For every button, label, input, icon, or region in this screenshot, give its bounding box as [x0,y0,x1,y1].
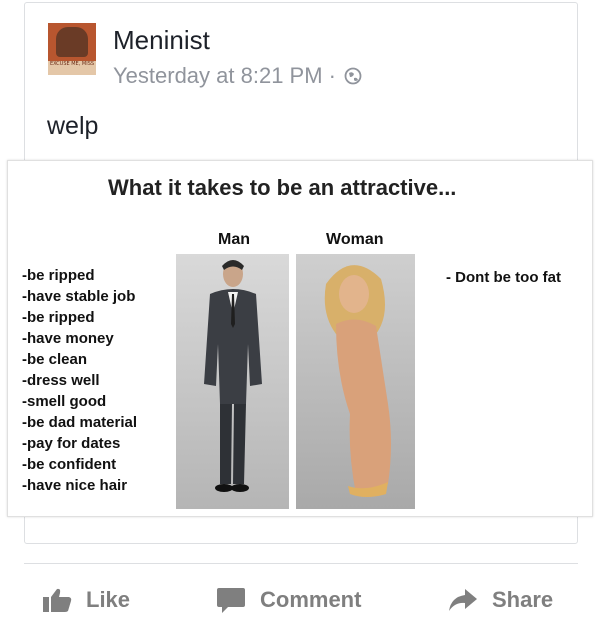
list-item: -be dad material [22,414,138,431]
list-item: -dress well [22,372,100,389]
meta-separator: · [328,63,336,88]
avatar-figure [56,27,88,57]
divider [24,563,578,564]
like-button[interactable]: Like [42,580,130,620]
list-item: -be clean [22,351,88,368]
list-item: -pay for dates [22,435,121,452]
meme-image[interactable]: What it takes to be an attractive... Man… [7,160,593,517]
man-label: Man [218,231,250,248]
comment-icon [217,588,245,613]
list-item: -smell good [22,393,107,410]
share-arrow-icon [449,589,477,611]
list-item: -have nice hair [22,477,128,494]
woman-label: Woman [326,231,384,248]
list-item: -have money [22,330,114,347]
comment-button[interactable]: Comment [216,580,361,620]
post-status-text: welp [47,112,99,140]
avatar-caption: EXCUSE ME, MISS [48,61,96,75]
avatar[interactable]: EXCUSE ME, MISS [48,23,96,75]
share-label: Share [492,587,554,612]
post-author[interactable]: Meninist [113,25,210,56]
like-label: Like [86,587,131,612]
post-meta: Yesterday at 8:21 PM · [113,63,362,89]
post-timestamp[interactable]: Yesterday at 8:21 PM [113,63,323,88]
meme-title: What it takes to be an attractive... [108,175,457,200]
comment-label: Comment [260,587,362,612]
woman-requirement: - Dont be too fat [446,269,561,286]
list-item: -be ripped [22,267,95,284]
man-photo [176,254,289,509]
woman-photo [296,254,415,509]
thumbs-up-icon [43,588,72,612]
list-item: -be ripped [22,309,95,326]
post-actions-bar: Like Comment Share [24,580,578,620]
share-button[interactable]: Share [448,580,553,620]
man-requirements-list: -be ripped -have stable job -be ripped -… [22,265,137,496]
list-item: -have stable job [22,288,136,305]
globe-icon[interactable] [344,65,362,85]
list-item: -be confident [22,456,117,473]
